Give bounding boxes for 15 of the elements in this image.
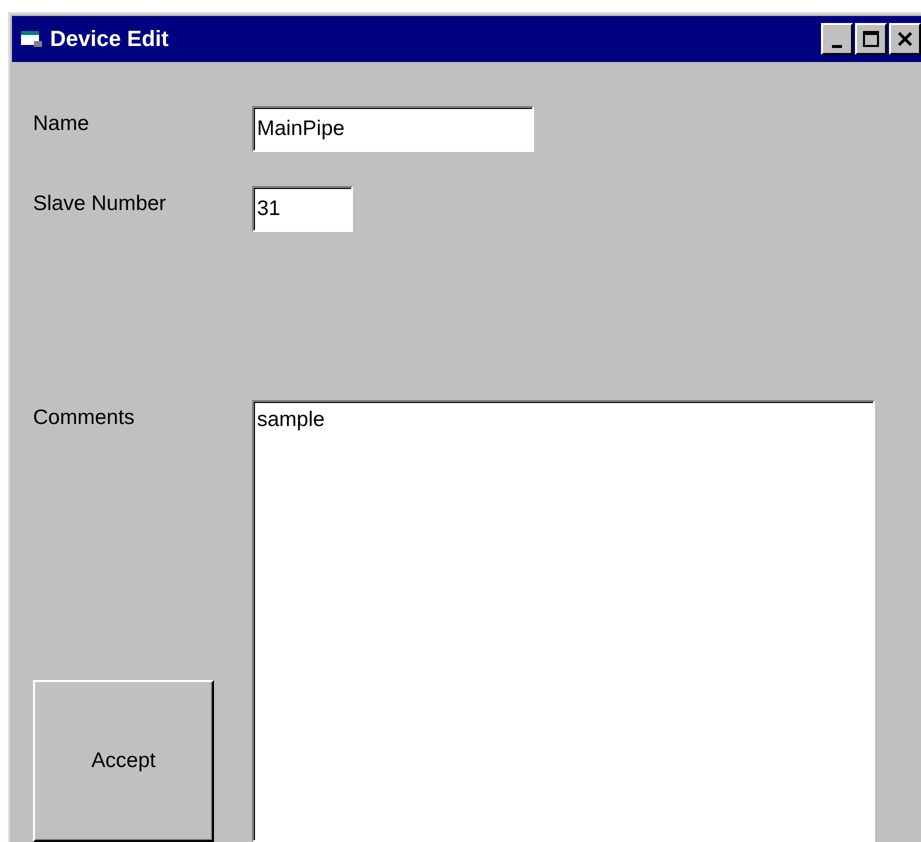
close-icon	[896, 30, 914, 48]
minimize-button[interactable]	[821, 23, 853, 55]
comments-field[interactable]: sample	[252, 400, 875, 842]
close-button[interactable]	[889, 23, 921, 55]
maximize-button[interactable]	[855, 23, 887, 55]
text-field[interactable]: 31	[252, 186, 353, 232]
text-field[interactable]: MainPipe	[252, 106, 534, 152]
window-icon	[20, 29, 44, 49]
maximize-icon	[862, 30, 880, 48]
field-label: Slave Number	[33, 191, 168, 216]
accept-button[interactable]: Accept	[33, 680, 214, 842]
window-title: Device Edit	[50, 26, 169, 52]
minimize-icon	[832, 44, 842, 48]
field-label: Comments	[33, 405, 135, 430]
field-label: Name	[33, 111, 90, 136]
